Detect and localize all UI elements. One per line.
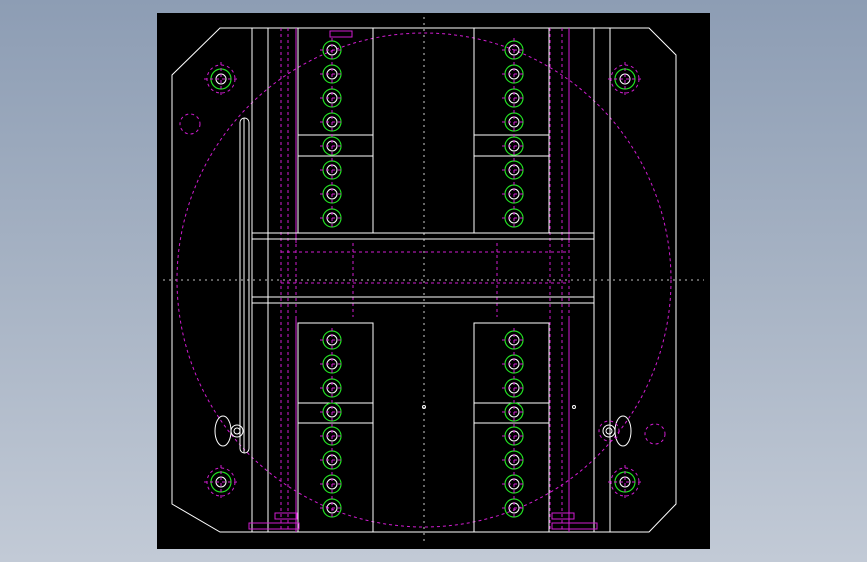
upper-right-hole-column: [502, 38, 526, 230]
bolt-hole: [320, 86, 344, 110]
bolt-hole: [502, 424, 526, 448]
bolt-hole: [502, 38, 526, 62]
central-beam: [252, 232, 594, 304]
bolt-hole: [502, 496, 526, 520]
left-slot: [239, 117, 250, 454]
corner-holes: [204, 62, 642, 499]
bolt-hole: [502, 206, 526, 230]
bolt-hole: [320, 38, 344, 62]
bolt-hole: [320, 182, 344, 206]
top-right-corner-hole: [608, 62, 642, 96]
bolt-hole: [320, 328, 344, 352]
bolt-hole: [320, 352, 344, 376]
bolt-hole: [502, 158, 526, 182]
bolt-hole: [502, 182, 526, 206]
bolt-hole: [502, 328, 526, 352]
upper-left-hole-column: [320, 38, 344, 230]
bolt-hole: [320, 400, 344, 424]
right-oval-feature: [598, 415, 632, 447]
bolt-hole: [320, 376, 344, 400]
bolt-hole: [502, 448, 526, 472]
cad-drawing-viewport[interactable]: [157, 13, 710, 549]
bottom-right-corner-hole: [608, 465, 642, 499]
lower-left-hole-column: [320, 328, 344, 520]
bolt-hole: [320, 448, 344, 472]
lower-right-hole-column: [502, 328, 526, 520]
bolt-hole: [320, 110, 344, 134]
bolt-hole: [320, 206, 344, 230]
bolt-hole: [502, 472, 526, 496]
top-left-corner-hole: [204, 62, 238, 96]
bolt-hole: [502, 110, 526, 134]
bottom-left-corner-hole: [204, 465, 238, 499]
right-dashed-hole: [644, 423, 666, 445]
bolt-hole: [320, 472, 344, 496]
bolt-hole: [320, 424, 344, 448]
cad-drawing: [163, 17, 704, 545]
bolt-hole: [320, 62, 344, 86]
bolt-hole: [502, 352, 526, 376]
bolt-hole: [320, 158, 344, 182]
bolt-hole: [502, 134, 526, 158]
bolt-hole: [320, 134, 344, 158]
hole-columns: [320, 38, 526, 520]
bolt-hole: [502, 86, 526, 110]
bolt-hole: [502, 400, 526, 424]
bolt-hole: [502, 62, 526, 86]
vertical-rails: [251, 28, 611, 532]
bolt-hole: [320, 496, 344, 520]
bolt-hole: [502, 376, 526, 400]
left-dashed-hole: [179, 113, 201, 135]
